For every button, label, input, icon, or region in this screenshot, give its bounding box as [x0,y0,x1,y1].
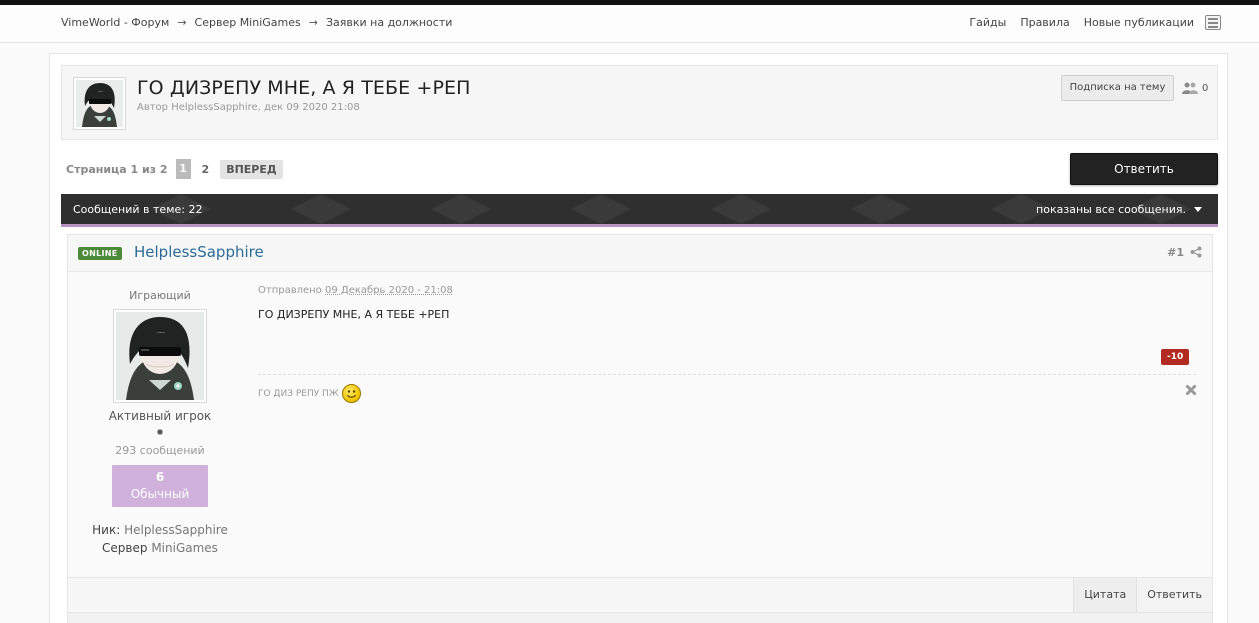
page-current: 1 [175,159,191,179]
breadcrumb-separator: → [177,16,187,29]
top-bar: VimeWorld - Форум → Сервер MiniGames → З… [0,5,1259,43]
topic-title: ГО ДИЗРЕПУ МНЕ, А Я ТЕБЕ +РЕП [137,77,471,99]
reputation-value: 6 [155,470,165,484]
breadcrumb-separator: → [308,16,318,29]
post-actions: Цитата Ответить [1073,578,1212,612]
post-reply-button[interactable]: Ответить [1136,578,1212,612]
page-next-button[interactable]: ВПЕРЕД [220,159,283,179]
posts-bar: Сообщений в теме: 22 показаны все сообще… [61,194,1218,227]
reply-button[interactable]: Ответить [1070,153,1218,185]
posted-prefix: Отправлено [258,285,322,296]
top-nav: Гайды Правила Новые публикации [969,16,1194,29]
server-row: Сервер MiniGames [68,539,252,557]
online-badge: ONLINE [78,247,122,260]
subscribe-button[interactable]: Подписка на тему [1061,75,1174,101]
author-info: Ник: HelplessSapphire Сервер MiniGames [68,521,252,557]
posts-filter-label: показаны все сообщения. [1036,203,1186,216]
page-link-2[interactable]: 2 [199,163,213,176]
breadcrumb-item-applications[interactable]: Заявки на должности [326,16,452,29]
server-value: MiniGames [151,541,218,555]
signature-text: ГО ДИЗ РЕПУ ПЖ [258,388,339,399]
pagination: Страница 1 из 2 1 2 ВПЕРЕД [66,159,283,179]
post-bottom-edge [68,612,1212,623]
author-post-count: 293 сообщений [115,444,205,457]
post-content: ГО ДИЗРЕПУ МНЕ, А Я ТЕБЕ +РЕП [258,308,450,321]
nav-guides[interactable]: Гайды [969,16,1006,29]
rank-pip [157,429,163,435]
breadcrumb-item-server[interactable]: Сервер MiniGames [195,16,301,29]
post-date: Отправлено 09 Декабрь 2020 - 21:08 [258,285,1198,296]
signature-divider [258,374,1196,375]
menu-icon[interactable] [1205,15,1221,30]
author-sidebar: Играющий Активный игрок 293 сообщений 6 … [68,272,252,557]
post-number[interactable]: #1 [1167,246,1184,259]
post-rating-badge[interactable]: -10 [1161,349,1190,365]
posts-count: Сообщений в теме: 22 [73,203,203,216]
main-content: ГО ДИЗРЕПУ МНЕ, А Я ТЕБЕ +РЕП Автор Help… [49,53,1228,623]
close-icon[interactable] [1185,384,1197,396]
followers-icon [1182,82,1198,94]
nav-new-posts[interactable]: Новые публикации [1084,16,1194,29]
author-group: Играющий [129,289,191,302]
author-avatar[interactable] [113,309,207,403]
smiley-icon [341,384,361,403]
nav-rules[interactable]: Правила [1020,16,1069,29]
pagination-label: Страница 1 из 2 [66,162,168,176]
post: ONLINE HelplessSapphire #1 Играющий Акти… [67,234,1213,623]
post-body: Отправлено 09 Декабрь 2020 - 21:08 ГО ДИ… [258,272,1198,403]
posted-date: 09 Декабрь 2020 - 21:08 [325,285,453,296]
signature: ГО ДИЗ РЕПУ ПЖ [258,384,361,403]
quote-button[interactable]: Цитата [1073,578,1137,612]
topic-meta: Автор HelplessSapphire, дек 09 2020 21:0… [137,102,360,113]
topic-header: ГО ДИЗРЕПУ МНЕ, А Я ТЕБЕ +РЕП Автор Help… [61,65,1218,140]
topic-avatar[interactable] [73,77,126,130]
post-header: ONLINE HelplessSapphire #1 [68,235,1212,272]
author-title: Активный игрок [108,409,212,423]
followers-value: 0 [1202,82,1209,94]
reputation-label: Обычный [130,487,190,501]
breadcrumb: VimeWorld - Форум → Сервер MiniGames → З… [61,16,452,29]
nick-value: HelplessSapphire [124,523,228,537]
breadcrumb-item-forum[interactable]: VimeWorld - Форум [61,16,169,29]
avatar-image [116,312,204,400]
post-footer: Цитата Ответить [68,577,1212,612]
post-author[interactable]: HelplessSapphire [134,243,264,261]
reputation-box: 6 Обычный [112,465,208,507]
share-icon[interactable] [1190,246,1202,258]
server-label: Сервер [102,541,148,555]
followers-count[interactable]: 0 [1182,82,1208,94]
nick-row: Ник: HelplessSapphire [68,521,252,539]
avatar-image [76,80,123,127]
nick-label: Ник: [92,523,121,537]
posts-filter[interactable]: показаны все сообщения. [1036,203,1202,216]
chevron-down-icon [1194,207,1202,212]
